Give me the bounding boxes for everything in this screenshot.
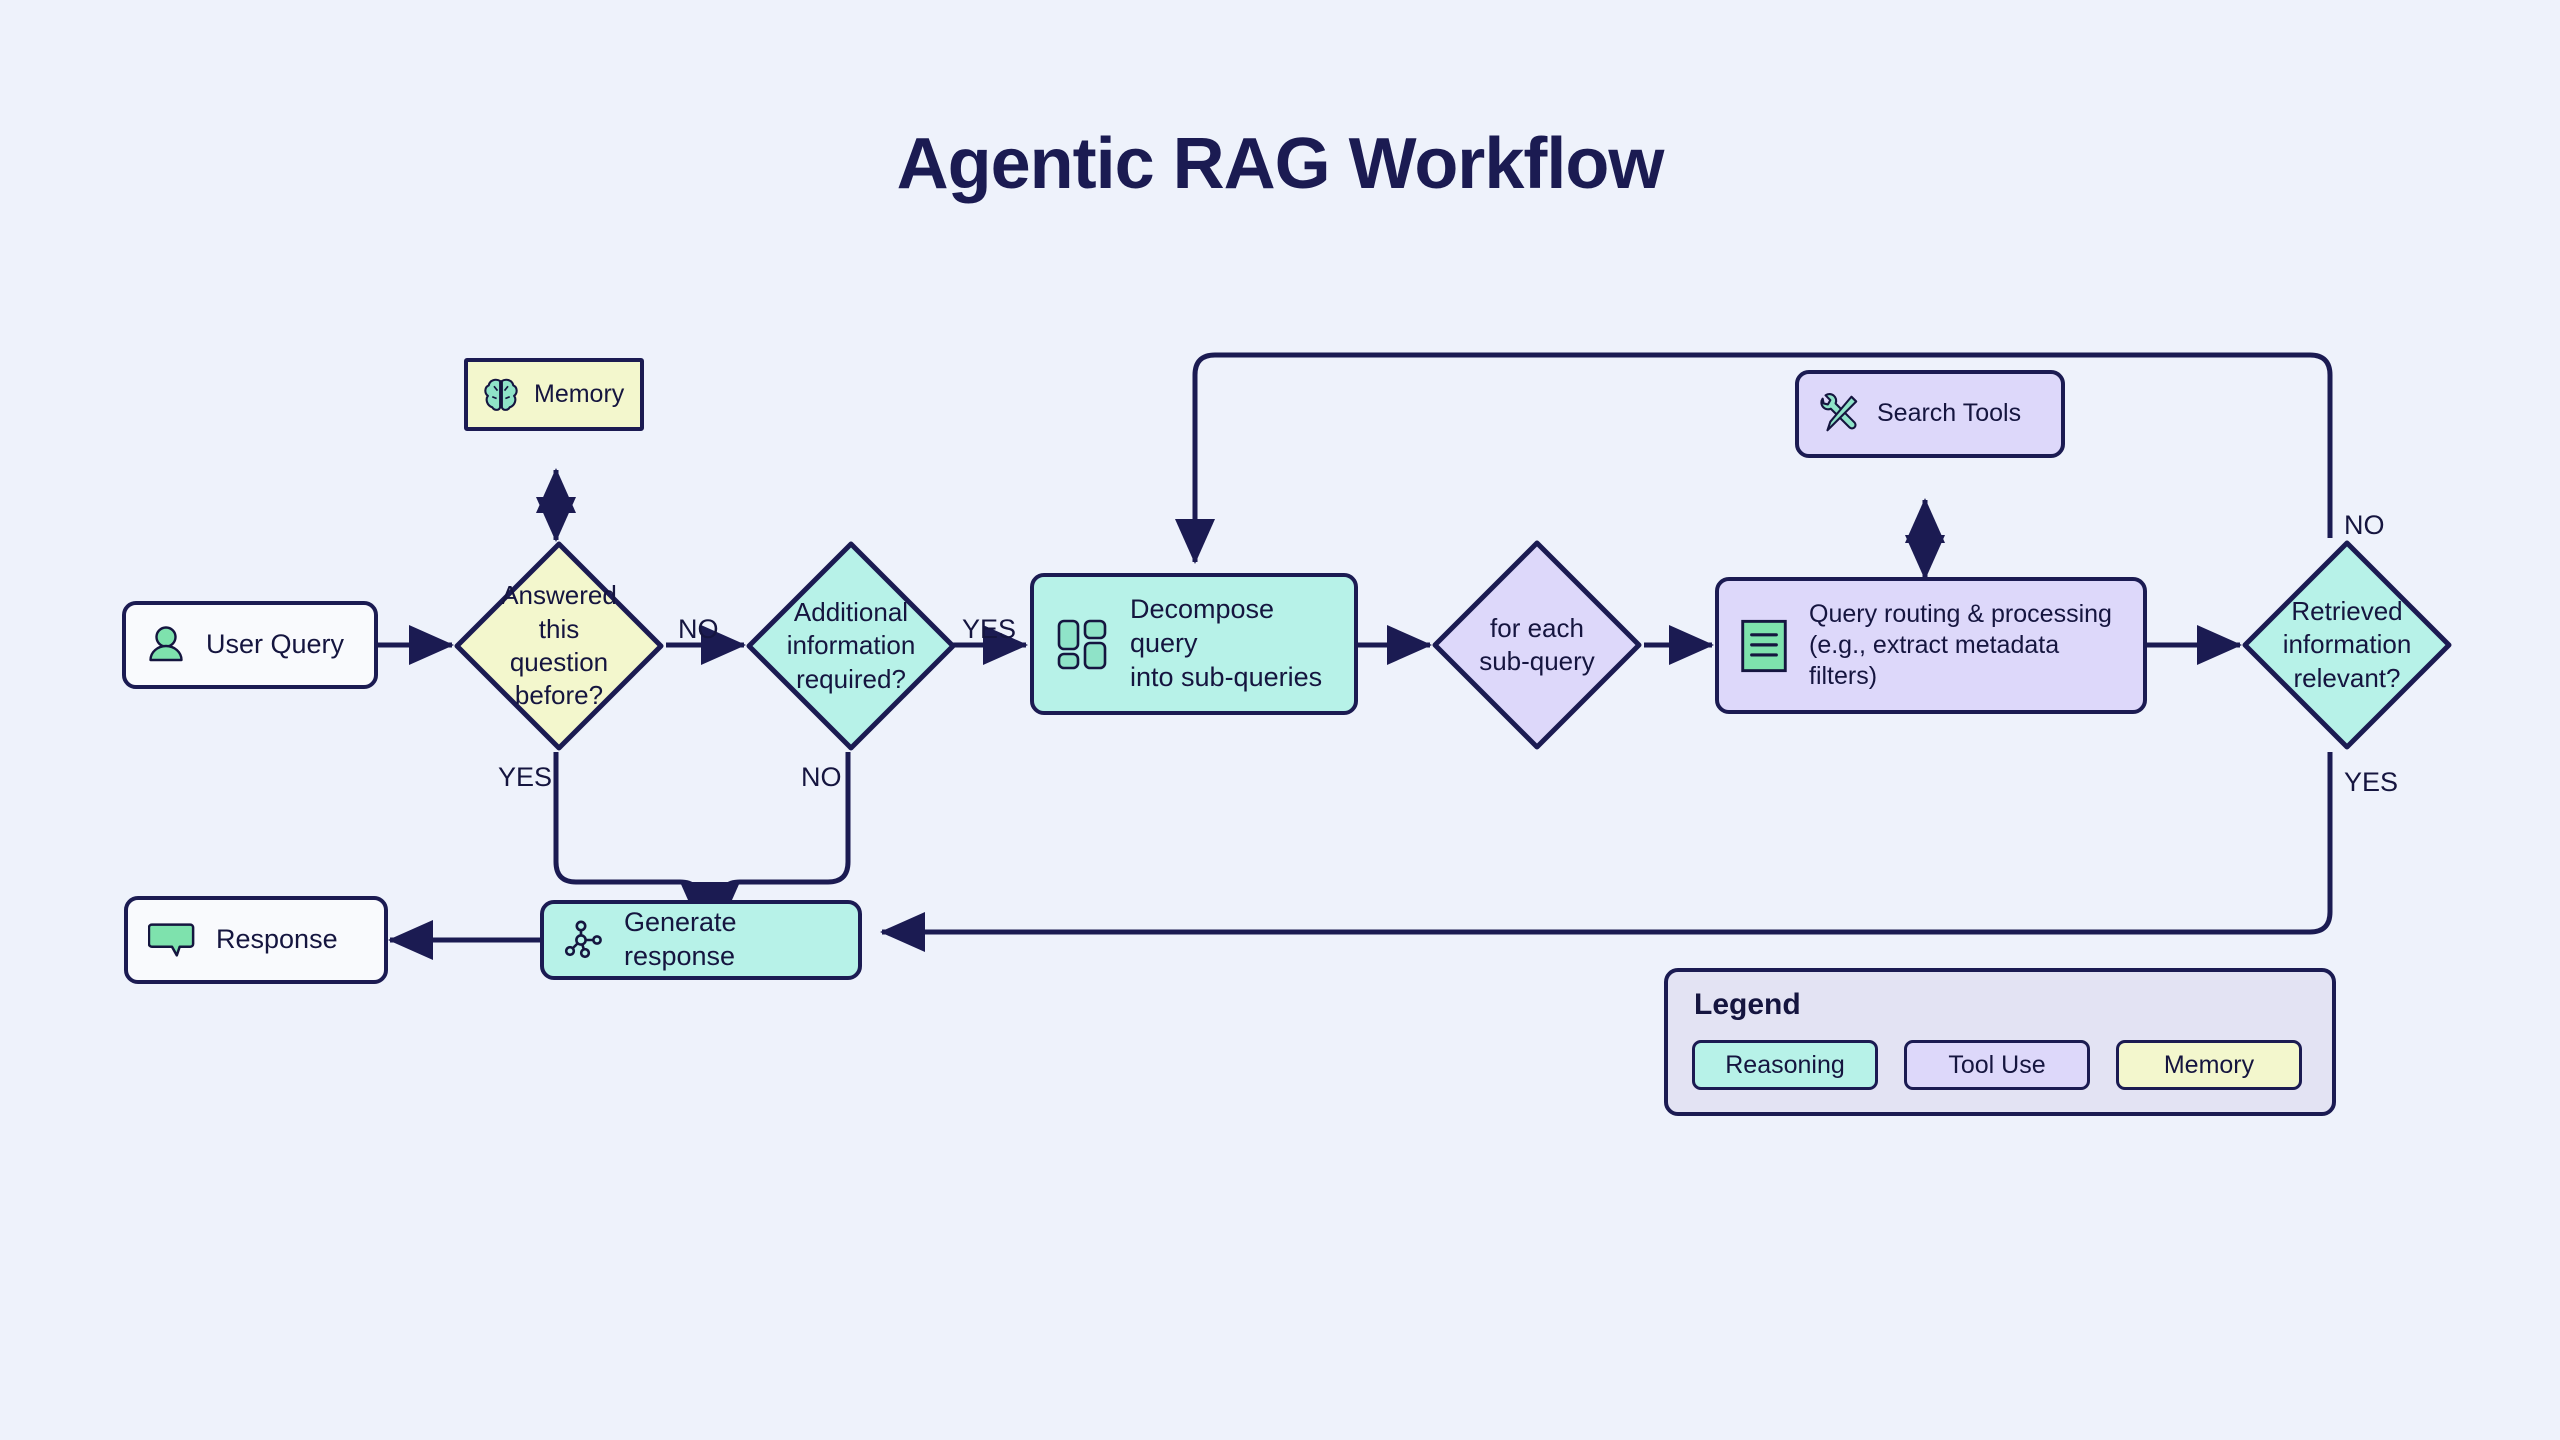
node-memory[interactable]: Memory <box>464 358 644 431</box>
speech-bubble-icon <box>148 923 195 957</box>
node-response-label: Response <box>216 924 338 955</box>
node-search-tools-label: Search Tools <box>1877 399 2022 428</box>
node-decompose-label: Decompose query into sub-queries <box>1130 594 1323 692</box>
node-retrieved-relevant[interactable]: Retrieved information relevant? <box>2240 538 2454 752</box>
edge-label-answered-no: NO <box>678 614 719 644</box>
edge-label-answered-yes: YES <box>498 762 553 792</box>
node-response[interactable]: Response <box>124 896 388 984</box>
node-generate-response[interactable]: Generate response <box>540 900 862 980</box>
tools-icon <box>1820 393 1858 432</box>
legend-panel: Legend Reasoning Tool Use Memory <box>1664 968 2336 1116</box>
legend-chip-list: Reasoning Tool Use Memory <box>1692 1040 2302 1090</box>
node-additional-info[interactable]: Additional information required? <box>744 539 958 753</box>
edge-retrieved-no-to-decompose <box>1174 352 2333 564</box>
node-answered-before-label: Answered this question before? <box>501 580 617 711</box>
document-icon <box>1741 619 1787 672</box>
blocks-icon <box>1057 619 1107 670</box>
node-query-routing-label: Query routing & processing (e.g., extrac… <box>1809 599 2112 691</box>
brain-icon <box>484 378 518 411</box>
node-generate-response-label: Generate response <box>624 907 737 971</box>
connector-layer <box>378 352 2333 960</box>
node-additional-info-label: Additional information required? <box>786 597 916 694</box>
node-search-tools[interactable]: Search Tools <box>1795 370 2065 458</box>
page-title: Agentic RAG Workflow <box>896 124 1665 204</box>
node-retrieved-relevant-label: Retrieved information relevant? <box>2282 596 2412 693</box>
node-memory-label: Memory <box>534 379 625 408</box>
node-user-query-label: User Query <box>206 629 345 660</box>
legend-title: Legend <box>1694 988 1801 1021</box>
legend-chip-reasoning-label: Reasoning <box>1725 1050 1845 1079</box>
edge-label-additional-yes: YES <box>962 614 1017 644</box>
node-decompose[interactable]: Decompose query into sub-queries <box>1030 573 1358 715</box>
network-icon <box>564 920 602 959</box>
legend-chip-memory: Memory <box>2116 1040 2302 1090</box>
edge-label-retrieved-yes: YES <box>2344 767 2399 797</box>
node-query-routing[interactable]: Query routing & processing (e.g., extrac… <box>1715 577 2147 714</box>
legend-chip-tool-use: Tool Use <box>1904 1040 2090 1090</box>
node-user-query[interactable]: User Query <box>122 601 378 689</box>
legend-chip-memory-label: Memory <box>2163 1050 2255 1079</box>
edge-label-retrieved-no: NO <box>2344 510 2385 540</box>
node-for-each-subquery[interactable]: for each sub-query <box>1430 538 1644 752</box>
node-answered-before[interactable]: Answered this question before? <box>452 539 666 753</box>
edge-label-additional-no: NO <box>801 762 842 792</box>
edge-retrieved-yes-to-generate <box>880 752 2333 952</box>
node-for-each-subquery-label: for each sub-query <box>1479 612 1595 676</box>
legend-chip-tool-use-label: Tool Use <box>1948 1050 2046 1079</box>
legend-chip-reasoning: Reasoning <box>1692 1040 1878 1090</box>
user-icon <box>149 626 183 662</box>
